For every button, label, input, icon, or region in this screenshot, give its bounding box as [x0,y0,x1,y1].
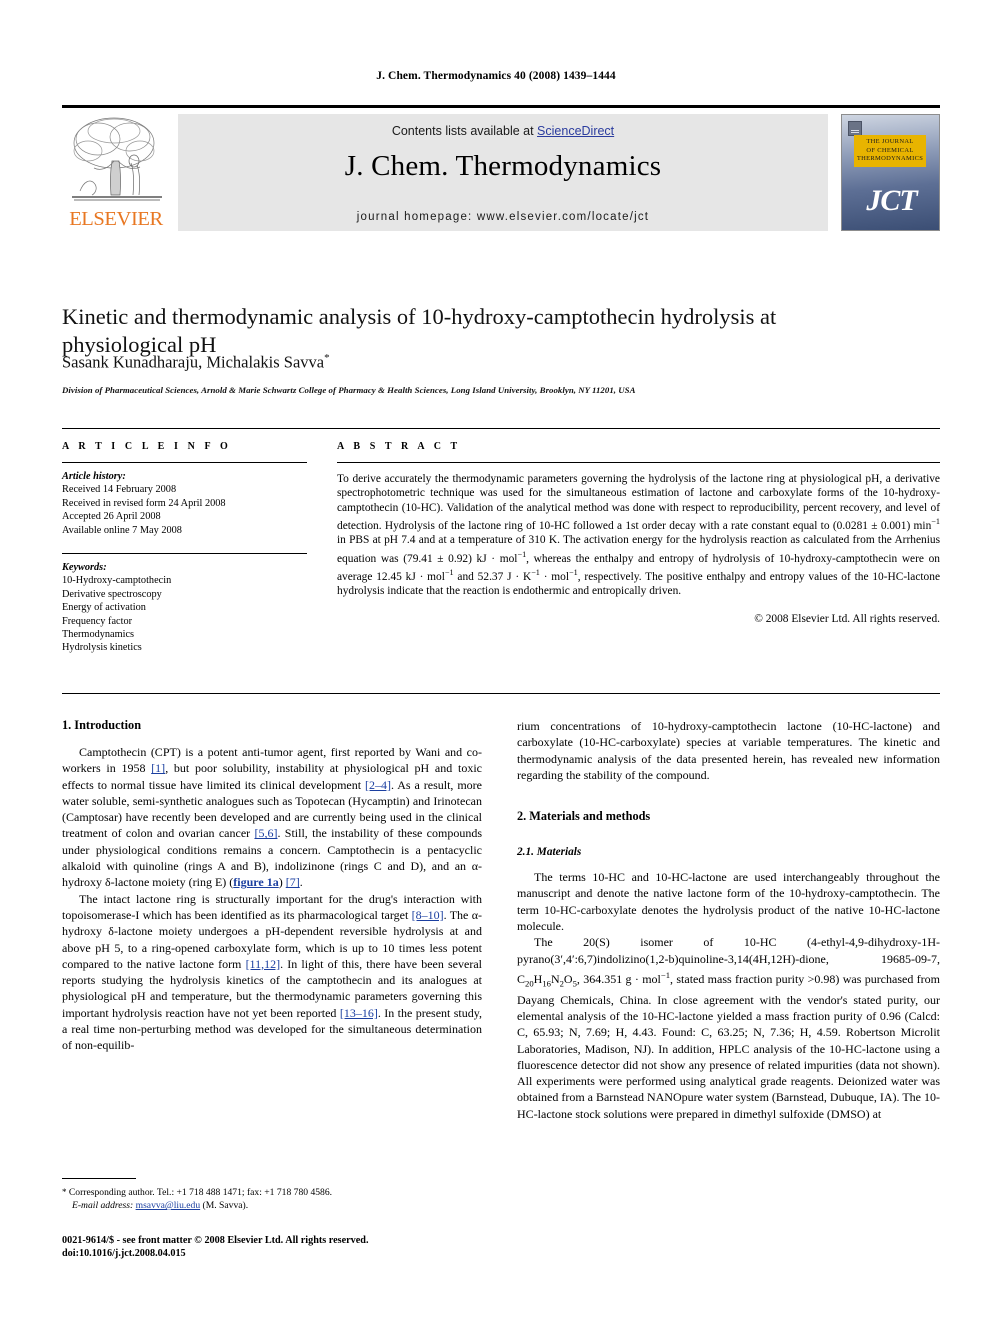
corresponding-author-marker: * [324,352,330,364]
citation-link[interactable]: [13–16] [340,1006,378,1020]
body-left-column: 1. Introduction Camptothecin (CPT) is a … [62,718,482,1054]
imprint-block: 0021-9614/$ - see front matter © 2008 El… [62,1234,522,1260]
paragraph: rium concentrations of 10-hydroxy-campto… [517,719,940,782]
citation-link[interactable]: [11,12] [246,957,281,971]
abstract-sup: −1 [531,568,540,578]
footnote-rule [62,1178,136,1179]
text-seg: , 364.351 g · mol [576,971,661,986]
abstract-sup: −1 [931,517,940,527]
paragraph: The intact lactone ring is structurally … [62,891,482,1054]
abstract-sup: −1 [444,568,454,578]
keywords-label: Keywords: [62,562,107,574]
history-item: Received 14 February 2008 [62,484,177,496]
text-seg: ) [278,875,286,890]
paragraph: The terms 10-HC and 10-HC-lactone are us… [517,870,940,934]
abstract-sup: −1 [569,568,578,578]
text-seg: N [550,971,560,986]
keywords-block: Keywords: 10-Hydroxy-camptothecin Deriva… [62,561,307,655]
article-info-heading: A R T I C L E I N F O [62,441,232,452]
abstract-seg: · mol [539,570,570,583]
cover-title-box: THE JOURNAL OF CHEMICAL THERMODYNAMICS [854,135,926,167]
text-seg: , stated mass fraction purity >0.98) was… [517,971,940,1121]
citation-link[interactable]: [7] [286,875,300,889]
journal-title: J. Chem. Thermodynamics [344,150,662,182]
history-item: Received in revised form 24 April 2008 [62,497,226,509]
subsection-heading-materials: 2.1. Materials [517,846,582,859]
abstract-seg: To derive accurately the thermodynamic p… [337,473,940,533]
elsevier-tree-svg [72,117,162,201]
abstract-sup: −1 [517,549,527,559]
body-top-rule [62,693,940,694]
citation-link[interactable]: [5,6] [254,826,277,840]
cover-title-line3: THERMODYNAMICS [856,155,924,163]
cover-title-line2: OF CHEMICAL [866,146,914,154]
masthead-top-rule [62,105,940,108]
contents-prefix: Contents lists available at [391,124,538,138]
elsevier-tree-icon [68,113,166,205]
footnote-marker: * [62,1187,67,1197]
keyword-item: 10-Hydroxy-camptothecin [62,575,172,587]
abstract-rule [337,462,940,463]
footnote-block: * Corresponding author. Tel.: +1 718 488… [62,1186,482,1212]
paragraph: The 20(S) isomer of 10-HC (4-ethyl-4,9-d… [517,934,940,1122]
citation-link[interactable]: [1] [151,761,165,775]
page-title: Kinetic and thermodynamic analysis of 10… [62,304,777,358]
abstract-seg: and 52.37 J · K [453,570,532,583]
paper-page: J. Chem. Thermodynamics 40 (2008) 1439–1… [0,0,992,1323]
paragraph: Camptothecin (CPT) is a potent anti-tumo… [62,744,482,891]
email-suffix: (M. Savva). [200,1200,249,1212]
imprint-line-2: doi:10.1016/j.jct.2008.04.015 [62,1248,186,1259]
elsevier-wordmark: ELSEVIER [69,208,163,230]
keyword-item: Hydrolysis kinetics [62,642,142,654]
contents-available-text: Contents lists available at ScienceDirec… [178,124,828,138]
corresponding-author-note: * Corresponding author. Tel.: +1 718 488… [62,1186,482,1199]
sciencedirect-band: Contents lists available at ScienceDirec… [178,114,828,231]
cover-abbreviation: JCT [866,184,917,217]
formula-sub: 16 [542,978,551,989]
cover-publisher-icon [848,121,862,136]
abstract-heading: A B S T R A C T [337,441,461,452]
email-label: E-mail address: [72,1200,134,1212]
body-right-column: rium concentrations of 10-hydroxy-campto… [517,718,940,1122]
article-history-label: Article history: [62,471,126,482]
history-item: Accepted 26 April 2008 [62,511,161,523]
keywords-rule [62,553,307,555]
text-seg: H [533,971,543,986]
email-link[interactable]: msavva@liu.edu [136,1200,201,1211]
info-section-top-rule [62,428,940,429]
imprint-line-1: 0021-9614/$ - see front matter © 2008 El… [62,1235,369,1246]
citation-link[interactable]: [8–10] [412,908,444,922]
keyword-item: Derivative spectroscopy [62,588,162,600]
text-seg: . [299,875,303,890]
article-info-column: A R T I C L E I N F O Article history: R… [62,441,307,655]
author-names: Sasank Kunadharaju, Michalakis Savva [62,352,325,372]
keyword-item: Energy of activation [62,602,146,614]
abstract-body: To derive accurately the thermodynamic p… [337,472,940,599]
article-info-rule [62,462,307,463]
section-heading-introduction: 1. Introduction [62,718,142,732]
affiliation: Division of Pharmaceutical Sciences, Arn… [62,385,636,395]
abstract-copyright: © 2008 Elsevier Ltd. All rights reserved… [754,612,940,625]
keyword-item: Frequency factor [62,615,133,627]
author-list: Sasank Kunadharaju, Michalakis Savva* [62,352,892,373]
sciencedirect-link[interactable]: ScienceDirect [537,124,614,138]
elsevier-logo: ELSEVIER [62,113,170,231]
running-head: J. Chem. Thermodynamics 40 (2008) 1439–1… [376,70,616,82]
corresponding-author-text: Corresponding author. Tel.: +1 718 488 1… [68,1187,333,1198]
journal-cover-thumbnail: THE JOURNAL OF CHEMICAL THERMODYNAMICS J… [841,114,940,231]
cover-title-line1: THE JOURNAL [866,138,914,145]
journal-homepage[interactable]: journal homepage: www.elsevier.com/locat… [178,211,828,223]
email-note: E-mail address: msavva@liu.edu (M. Savva… [62,1199,482,1212]
formula-sub: 20 [525,978,534,989]
article-history-block: Article history: Received 14 February 20… [62,470,307,537]
history-item: Available online 7 May 2008 [62,524,182,536]
figure-link[interactable]: figure 1a [233,875,278,889]
abstract-column: A B S T R A C T To derive accurately the… [337,441,940,625]
section-heading-materials-and-methods: 2. Materials and methods [517,809,651,824]
text-seg: O [563,971,573,986]
formula-sup: −1 [660,969,671,980]
citation-link[interactable]: [2–4] [365,778,391,792]
keyword-item: Thermodynamics [62,629,135,641]
journal-masthead: ELSEVIER Contents lists available at Sci… [62,105,940,231]
